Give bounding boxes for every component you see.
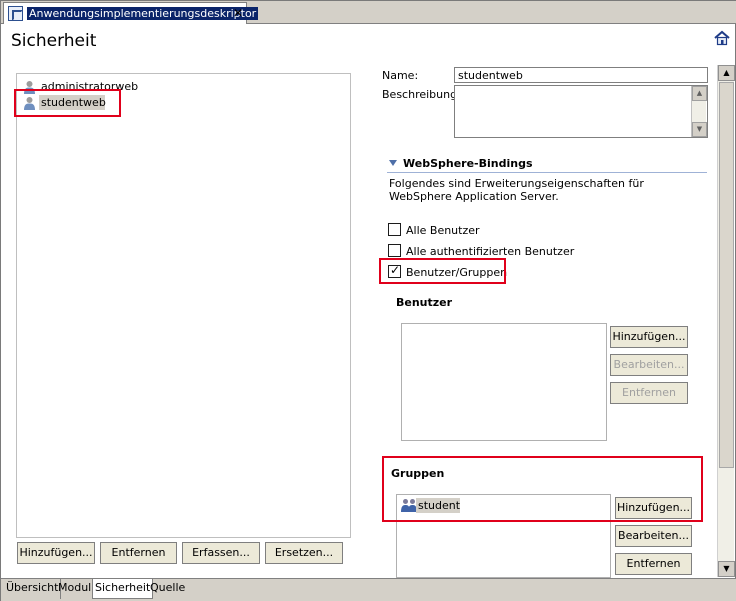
scrollbar-thumb[interactable] — [719, 82, 734, 468]
scroll-up-icon[interactable]: ▲ — [692, 86, 707, 101]
editor-tab-strip: Anwendungsimplementierungsdeskriptor ✕ — [1, 1, 736, 24]
description-field[interactable] — [454, 85, 708, 138]
tab-module[interactable]: Modul — [56, 579, 95, 599]
close-icon[interactable]: ✕ — [233, 6, 243, 20]
groups-section-title: Gruppen — [391, 467, 445, 480]
remove-role-button[interactable]: Entfernen — [100, 542, 177, 564]
users-list[interactable] — [401, 323, 607, 441]
bindings-description: Folgendes sind Erweiterungseigenschaften… — [389, 177, 644, 203]
scroll-up-icon[interactable]: ▲ — [718, 65, 735, 81]
groups-list[interactable]: student — [396, 494, 611, 578]
section-collapse-icon[interactable] — [389, 160, 397, 166]
tree-item-label: studentweb — [39, 95, 106, 110]
page-tabs: Übersicht Modul Sicherheit Quelle — [1, 578, 736, 601]
remove-group-button[interactable]: Entfernen — [615, 553, 692, 575]
user-role-icon — [24, 81, 35, 94]
editor-tab[interactable]: Anwendungsimplementierungsdeskriptor ✕ — [3, 2, 259, 24]
scroll-down-icon[interactable]: ▼ — [718, 561, 735, 577]
all-users-checkbox[interactable] — [388, 223, 401, 236]
add-role-button[interactable]: Hinzufügen... — [17, 542, 95, 564]
page-title: Sicherheit — [11, 31, 97, 51]
scroll-down-icon[interactable]: ▼ — [692, 122, 707, 137]
replace-role-button[interactable]: Ersetzen... — [265, 542, 343, 564]
bindings-section-title[interactable]: WebSphere-Bindings — [403, 157, 533, 170]
security-role-tree[interactable]: administratorweb studentweb — [16, 73, 351, 538]
name-label: Name: — [382, 69, 419, 82]
user-role-icon — [24, 97, 35, 110]
tab-security[interactable]: Sicherheit — [92, 579, 154, 599]
group-icon — [401, 499, 417, 512]
all-authenticated-checkbox[interactable] — [388, 244, 401, 257]
deployment-descriptor-icon — [8, 6, 23, 21]
tab-overview[interactable]: Übersicht — [4, 579, 62, 599]
all-authenticated-label: Alle authentifizierten Benutzer — [406, 245, 575, 258]
group-item-label: student — [416, 498, 461, 513]
description-scrollbar[interactable]: ▲ ▼ — [691, 86, 707, 137]
help-house-icon[interactable] — [714, 30, 730, 46]
description-label: Beschreibung: — [382, 88, 461, 101]
users-groups-label: Benutzer/Gruppen — [406, 266, 508, 279]
tab-source[interactable]: Quelle — [148, 579, 187, 599]
section-divider — [387, 172, 707, 173]
main-scrollbar[interactable]: ▲ ▼ — [717, 65, 735, 577]
add-user-button[interactable]: Hinzufügen... — [610, 326, 688, 348]
name-field[interactable]: studentweb — [454, 67, 708, 83]
editor-frame: Anwendungsimplementierungsdeskriptor ✕ S… — [0, 0, 736, 601]
add-group-button[interactable]: Hinzufügen... — [615, 497, 692, 519]
capture-role-button[interactable]: Erfassen... — [182, 542, 260, 564]
users-groups-checkbox[interactable] — [388, 263, 401, 278]
users-section-title: Benutzer — [396, 296, 453, 309]
edit-group-button[interactable]: Bearbeiten... — [615, 525, 692, 547]
tree-item-label: administratorweb — [41, 80, 139, 93]
all-users-label: Alle Benutzer — [406, 224, 480, 237]
remove-user-button[interactable]: Entfernen — [610, 382, 688, 404]
edit-user-button[interactable]: Bearbeiten... — [610, 354, 688, 376]
editor-tab-title: Anwendungsimplementierungsdeskriptor — [27, 7, 259, 20]
